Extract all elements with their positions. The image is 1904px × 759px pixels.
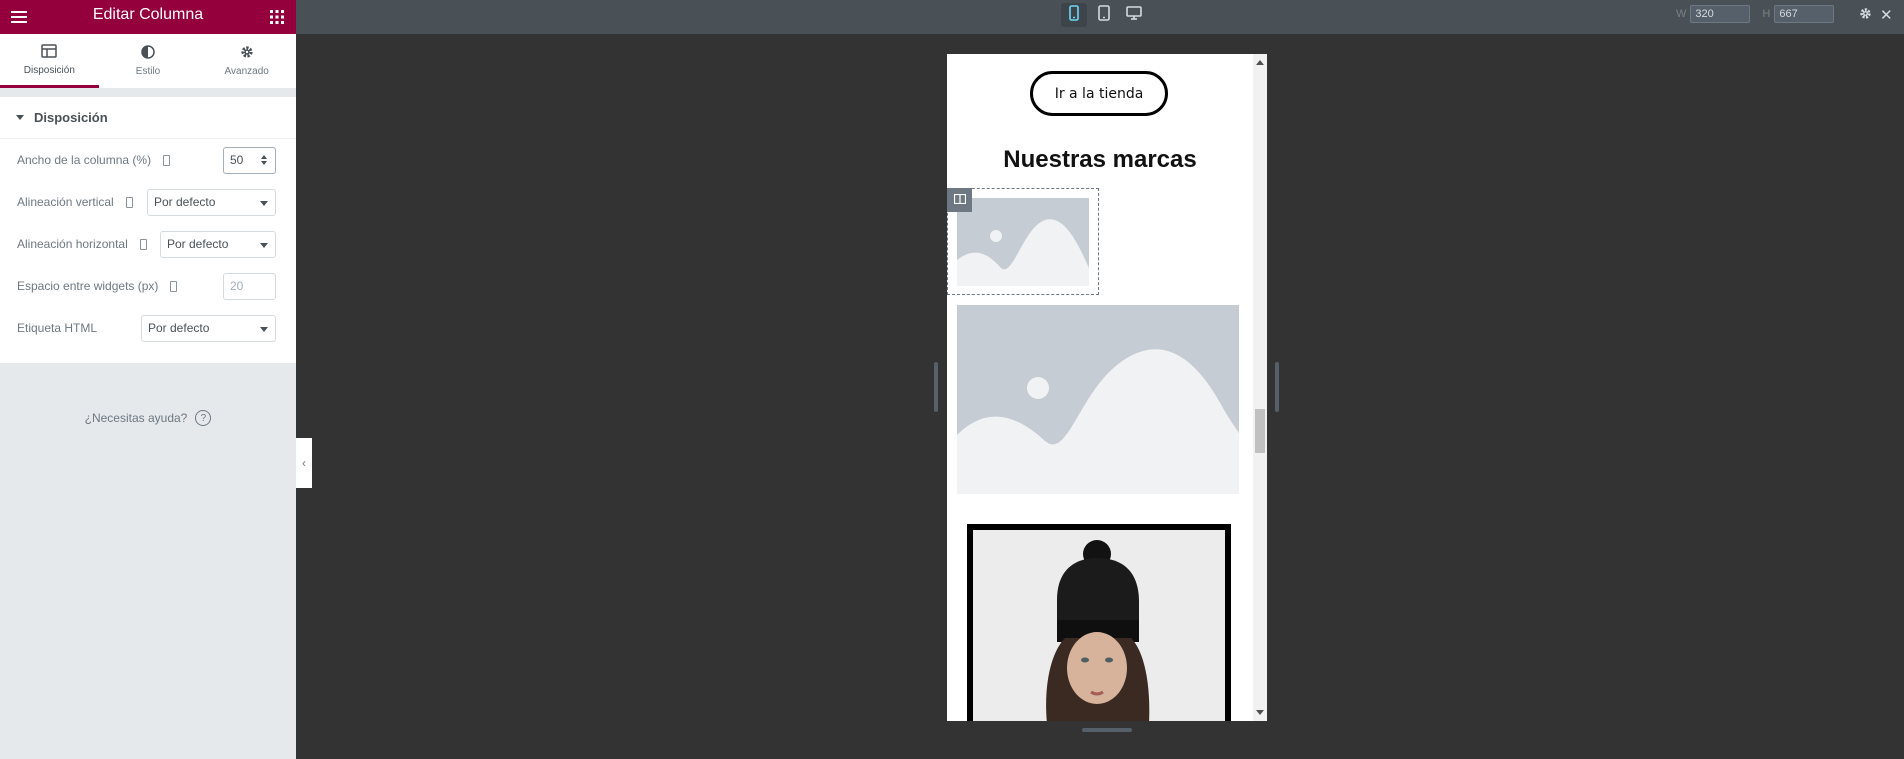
column-width-input[interactable]: 50 bbox=[223, 146, 276, 174]
responsive-mobile-icon[interactable] bbox=[125, 196, 133, 208]
widget-space-input[interactable]: 20 bbox=[223, 272, 276, 300]
settings-gear-icon[interactable] bbox=[1859, 7, 1872, 25]
tab-label: Avanzado bbox=[224, 66, 269, 77]
control-horizontal-align: Alineación horizontal Por defecto bbox=[0, 223, 296, 265]
chevron-left-icon: ‹ bbox=[302, 456, 306, 470]
resize-handle-right[interactable] bbox=[1275, 362, 1279, 412]
resize-handle-left[interactable] bbox=[934, 362, 938, 412]
caret-down-icon bbox=[16, 115, 24, 120]
scroll-thumb[interactable] bbox=[1255, 409, 1265, 453]
columns-icon bbox=[953, 191, 966, 209]
tab-disposicion[interactable]: Disposición bbox=[0, 34, 99, 88]
viewport-size-fields: W 320 H 667 bbox=[1676, 5, 1842, 23]
panel-title: Editar Columna bbox=[92, 6, 204, 23]
control-vertical-align: Alineación vertical Por defecto bbox=[0, 181, 296, 223]
help-label: ¿Necesitas ayuda? bbox=[84, 411, 188, 425]
dropdown-arrow-icon bbox=[260, 326, 268, 332]
viewport-width-input[interactable]: 320 bbox=[1690, 5, 1751, 23]
editor-panel: Editar Columna Disposición Estilo Avanza… bbox=[0, 0, 296, 759]
widget-space-placeholder: 20 bbox=[230, 279, 244, 293]
layout-icon bbox=[41, 43, 58, 61]
scroll-down-arrow-icon[interactable] bbox=[1256, 710, 1264, 715]
height-label: H bbox=[1762, 8, 1771, 20]
device-tablet-button[interactable] bbox=[1091, 3, 1117, 27]
horizontal-align-value: Por defecto bbox=[167, 237, 229, 251]
horizontal-align-label: Alineación horizontal bbox=[17, 237, 128, 251]
control-html-tag: Etiqueta HTML Por defecto bbox=[0, 307, 296, 349]
column-width-value: 50 bbox=[230, 153, 244, 167]
model-photo-frame[interactable] bbox=[967, 524, 1231, 721]
vertical-align-select[interactable]: Por defecto bbox=[147, 188, 276, 216]
column-edit-handle[interactable] bbox=[947, 188, 972, 212]
half-circle-icon bbox=[141, 45, 155, 62]
close-icon[interactable]: ✕ bbox=[1880, 6, 1893, 24]
hamburger-menu-icon[interactable] bbox=[8, 6, 30, 28]
panel-collapse-toggle[interactable]: ‹ bbox=[296, 438, 312, 488]
responsive-mobile-icon[interactable] bbox=[139, 238, 147, 250]
tablet-icon bbox=[1098, 4, 1110, 26]
panel-tabs: Disposición Estilo Avanzado bbox=[0, 34, 296, 89]
vertical-align-value: Por defecto bbox=[154, 195, 216, 209]
preview-scrollbar[interactable] bbox=[1253, 54, 1267, 721]
mobile-preview-canvas: Ir a la tienda Nuestras marcas bbox=[947, 54, 1267, 721]
responsive-topbar: W 320 H 667 ✕ bbox=[296, 0, 1904, 34]
panel-header: Editar Columna bbox=[0, 0, 296, 34]
responsive-mobile-icon[interactable] bbox=[163, 154, 171, 166]
model-photo bbox=[973, 530, 1225, 721]
section-title: Disposición bbox=[34, 110, 108, 125]
device-desktop-button[interactable] bbox=[1121, 3, 1147, 27]
viewport-height-value: 667 bbox=[1779, 8, 1798, 20]
width-label: W bbox=[1676, 8, 1687, 20]
help-link[interactable]: ¿Necesitas ayuda? ? bbox=[0, 410, 296, 426]
viewport-height-input[interactable]: 667 bbox=[1774, 5, 1835, 23]
html-tag-label: Etiqueta HTML bbox=[17, 321, 98, 335]
dropdown-arrow-icon bbox=[260, 200, 268, 206]
control-widget-space: Espacio entre widgets (px) 20 bbox=[0, 265, 296, 307]
control-column-width: Ancho de la columna (%) 50 bbox=[0, 139, 296, 181]
device-mobile-button[interactable] bbox=[1061, 3, 1087, 27]
image-placeholder[interactable] bbox=[957, 198, 1089, 286]
horizontal-align-select[interactable]: Por defecto bbox=[160, 230, 276, 258]
widget-space-label: Espacio entre widgets (px) bbox=[17, 279, 159, 293]
responsive-mobile-icon[interactable] bbox=[170, 280, 178, 292]
viewport-width-value: 320 bbox=[1695, 8, 1714, 20]
scroll-up-arrow-icon[interactable] bbox=[1256, 60, 1264, 65]
tab-label: Disposición bbox=[23, 64, 75, 76]
gear-icon bbox=[240, 45, 254, 62]
device-switcher bbox=[1061, 3, 1147, 27]
desktop-icon bbox=[1126, 5, 1142, 25]
apps-grid-icon[interactable] bbox=[266, 6, 288, 28]
question-circle-icon: ? bbox=[195, 410, 212, 426]
panel-content: Disposición Ancho de la columna (%) 50 A… bbox=[0, 97, 296, 363]
html-tag-select[interactable]: Por defecto bbox=[141, 314, 276, 342]
mobile-icon bbox=[1069, 4, 1079, 26]
dropdown-arrow-icon bbox=[260, 242, 268, 248]
tab-estilo[interactable]: Estilo bbox=[99, 34, 198, 88]
html-tag-value: Por defecto bbox=[148, 321, 210, 335]
shop-button[interactable]: Ir a la tienda bbox=[1030, 71, 1168, 116]
resize-handle-bottom[interactable] bbox=[1082, 728, 1132, 732]
section-disposicion-toggle[interactable]: Disposición bbox=[0, 97, 296, 139]
tab-label: Estilo bbox=[135, 66, 161, 77]
spinner-arrows-icon[interactable] bbox=[261, 154, 267, 165]
vertical-align-label: Alineación vertical bbox=[17, 195, 114, 209]
image-placeholder[interactable] bbox=[957, 305, 1239, 494]
brands-heading: Nuestras marcas bbox=[1003, 146, 1197, 173]
tab-avanzado[interactable]: Avanzado bbox=[197, 34, 296, 88]
column-width-label: Ancho de la columna (%) bbox=[17, 153, 152, 167]
